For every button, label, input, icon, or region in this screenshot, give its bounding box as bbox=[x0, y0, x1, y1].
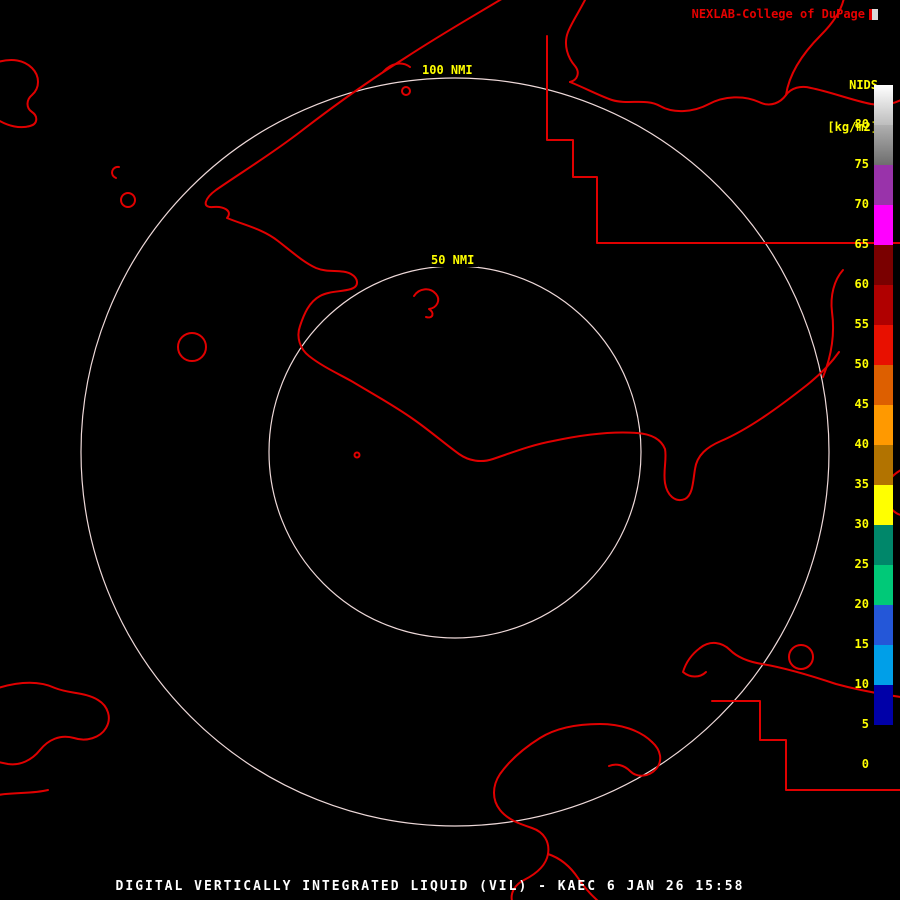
colorbar-tick-0: 0 bbox=[861, 757, 869, 771]
colorbar-segment-0 bbox=[874, 725, 893, 765]
island-bottom-a bbox=[493, 723, 653, 900]
colorbar-title: NIDS bbox=[849, 78, 878, 92]
coast-detail-upperleft bbox=[111, 165, 120, 179]
colorbar-tick-65: 65 bbox=[854, 237, 869, 251]
colorbar-tick-20: 20 bbox=[854, 597, 869, 611]
coastline-topleft-corner bbox=[0, 59, 39, 129]
colorbar-tick-35: 35 bbox=[854, 477, 869, 491]
colorbar-tick-80: 80 bbox=[854, 117, 869, 131]
coastline-bottomleft-a bbox=[0, 681, 110, 766]
coastline-bottomright-b bbox=[682, 647, 707, 678]
colorbar-tick-15: 15 bbox=[854, 637, 869, 651]
colorbar bbox=[874, 85, 893, 765]
colorbar-tick-60: 60 bbox=[854, 277, 869, 291]
colorbar-segment-20 bbox=[874, 565, 893, 605]
colorbar-segment-75 bbox=[874, 125, 893, 165]
small-lake-top bbox=[401, 86, 411, 96]
colorbar-tick-45: 45 bbox=[854, 397, 869, 411]
island-bottom-c bbox=[608, 741, 662, 777]
colorbar-segment-45 bbox=[874, 365, 893, 405]
coast-detail-inner bbox=[413, 288, 440, 319]
brand-text: NEXLAB-College of DuPage bbox=[691, 7, 865, 21]
brand: NEXLAB-College of DuPage bbox=[692, 7, 878, 21]
colorbar-tick-55: 55 bbox=[854, 317, 869, 331]
coastline-bottomleft-b bbox=[0, 789, 49, 796]
colorbar-segment-15 bbox=[874, 605, 893, 645]
coastline-topright-a bbox=[565, 0, 587, 83]
colorbar-segment-40 bbox=[874, 405, 893, 445]
colorbar-tick-70: 70 bbox=[854, 197, 869, 211]
colorbar-segment-5 bbox=[874, 685, 893, 725]
colorbar-segment-80 bbox=[874, 85, 893, 125]
brand-logo-icon bbox=[869, 8, 878, 20]
colorbar-segment-25 bbox=[874, 525, 893, 565]
small-lake-upperleft bbox=[120, 192, 136, 208]
range-ring-label-100nmi: 100 NMI bbox=[418, 63, 477, 77]
small-lake-bottomright bbox=[788, 644, 814, 670]
colorbar-tick-30: 30 bbox=[854, 517, 869, 531]
colorbar-segment-35 bbox=[874, 445, 893, 485]
colorbar-tick-5: 5 bbox=[861, 717, 869, 731]
colorbar-tick-50: 50 bbox=[854, 357, 869, 371]
colorbar-segment-60 bbox=[874, 245, 893, 285]
small-lake-left bbox=[177, 332, 207, 362]
colorbar-segment-10 bbox=[874, 645, 893, 685]
colorbar-segment-55 bbox=[874, 285, 893, 325]
small-dot-center bbox=[353, 451, 361, 459]
coastline-main bbox=[204, 0, 840, 501]
footer-caption: DIGITAL VERTICALLY INTEGRATED LIQUID (VI… bbox=[115, 879, 745, 894]
colorbar-segment-70 bbox=[874, 165, 893, 205]
colorbar-tick-25: 25 bbox=[854, 557, 869, 571]
map-outlines bbox=[0, 0, 900, 900]
radar-display: 100 NMI 50 NMI NEXLAB-College of DuPage … bbox=[0, 0, 900, 900]
map-svg bbox=[0, 0, 900, 900]
colorbar-header: NIDS [kg/m2] bbox=[827, 50, 878, 162]
colorbar-segment-30 bbox=[874, 485, 893, 525]
colorbar-tick-40: 40 bbox=[854, 437, 869, 451]
colorbar-tick-75: 75 bbox=[854, 157, 869, 171]
boundary-steps-bottomright bbox=[711, 700, 900, 791]
colorbar-tick-10: 10 bbox=[854, 677, 869, 691]
colorbar-segment-50 bbox=[874, 325, 893, 365]
colorbar-segment-65 bbox=[874, 205, 893, 245]
range-ring-label-50nmi: 50 NMI bbox=[427, 253, 479, 267]
